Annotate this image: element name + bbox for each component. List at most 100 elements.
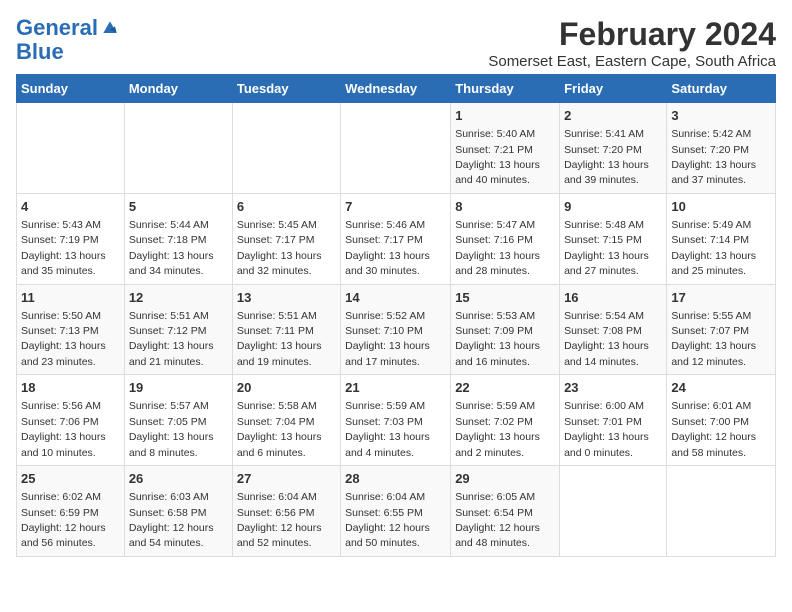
calendar-cell: 25 Sunrise: 6:02 AMSunset: 6:59 PMDaylig… (17, 466, 125, 557)
day-info: Sunrise: 5:50 AMSunset: 7:13 PMDaylight:… (21, 310, 106, 368)
logo: General Blue (16, 16, 120, 64)
day-number: 5 (129, 198, 228, 216)
day-info: Sunrise: 5:43 AMSunset: 7:19 PMDaylight:… (21, 219, 106, 277)
day-info: Sunrise: 5:58 AMSunset: 7:04 PMDaylight:… (237, 400, 322, 458)
calendar-cell: 18 Sunrise: 5:56 AMSunset: 7:06 PMDaylig… (17, 375, 125, 466)
day-info: Sunrise: 6:01 AMSunset: 7:00 PMDaylight:… (671, 400, 756, 458)
day-number: 7 (345, 198, 446, 216)
calendar-cell: 4 Sunrise: 5:43 AMSunset: 7:19 PMDayligh… (17, 193, 125, 284)
day-info: Sunrise: 5:46 AMSunset: 7:17 PMDaylight:… (345, 219, 430, 277)
calendar-header-row: SundayMondayTuesdayWednesdayThursdayFrid… (17, 75, 776, 103)
subtitle: Somerset East, Eastern Cape, South Afric… (488, 53, 776, 70)
day-info: Sunrise: 6:03 AMSunset: 6:58 PMDaylight:… (129, 491, 214, 549)
calendar-cell: 29 Sunrise: 6:05 AMSunset: 6:54 PMDaylig… (451, 466, 560, 557)
calendar-cell: 19 Sunrise: 5:57 AMSunset: 7:05 PMDaylig… (124, 375, 232, 466)
calendar-cell: 12 Sunrise: 5:51 AMSunset: 7:12 PMDaylig… (124, 284, 232, 375)
day-number: 17 (671, 289, 771, 307)
day-info: Sunrise: 6:02 AMSunset: 6:59 PMDaylight:… (21, 491, 106, 549)
page-header: General Blue February 2024 Somerset East… (16, 16, 776, 70)
day-number: 19 (129, 379, 228, 397)
calendar-cell: 14 Sunrise: 5:52 AMSunset: 7:10 PMDaylig… (341, 284, 451, 375)
day-number: 28 (345, 470, 446, 488)
calendar-cell: 22 Sunrise: 5:59 AMSunset: 7:02 PMDaylig… (451, 375, 560, 466)
calendar-cell: 15 Sunrise: 5:53 AMSunset: 7:09 PMDaylig… (451, 284, 560, 375)
day-number: 27 (237, 470, 336, 488)
day-number: 6 (237, 198, 336, 216)
calendar-cell: 9 Sunrise: 5:48 AMSunset: 7:15 PMDayligh… (560, 193, 667, 284)
day-info: Sunrise: 5:44 AMSunset: 7:18 PMDaylight:… (129, 219, 214, 277)
day-info: Sunrise: 5:53 AMSunset: 7:09 PMDaylight:… (455, 310, 540, 368)
calendar-cell: 8 Sunrise: 5:47 AMSunset: 7:16 PMDayligh… (451, 193, 560, 284)
day-number: 16 (564, 289, 662, 307)
day-info: Sunrise: 6:00 AMSunset: 7:01 PMDaylight:… (564, 400, 649, 458)
day-number: 1 (455, 107, 555, 125)
day-number: 12 (129, 289, 228, 307)
day-number: 24 (671, 379, 771, 397)
calendar-cell: 26 Sunrise: 6:03 AMSunset: 6:58 PMDaylig… (124, 466, 232, 557)
day-info: Sunrise: 6:05 AMSunset: 6:54 PMDaylight:… (455, 491, 540, 549)
day-number: 10 (671, 198, 771, 216)
day-number: 13 (237, 289, 336, 307)
logo-text-blue: Blue (16, 40, 120, 64)
calendar-cell: 28 Sunrise: 6:04 AMSunset: 6:55 PMDaylig… (341, 466, 451, 557)
day-info: Sunrise: 5:51 AMSunset: 7:11 PMDaylight:… (237, 310, 322, 368)
calendar-cell: 16 Sunrise: 5:54 AMSunset: 7:08 PMDaylig… (560, 284, 667, 375)
day-number: 11 (21, 289, 120, 307)
header-thursday: Thursday (451, 75, 560, 103)
calendar-cell: 5 Sunrise: 5:44 AMSunset: 7:18 PMDayligh… (124, 193, 232, 284)
day-number: 4 (21, 198, 120, 216)
calendar-cell (17, 103, 125, 194)
day-number: 29 (455, 470, 555, 488)
day-number: 22 (455, 379, 555, 397)
day-info: Sunrise: 5:56 AMSunset: 7:06 PMDaylight:… (21, 400, 106, 458)
header-saturday: Saturday (667, 75, 776, 103)
day-info: Sunrise: 5:42 AMSunset: 7:20 PMDaylight:… (671, 128, 756, 186)
header-tuesday: Tuesday (232, 75, 340, 103)
day-number: 9 (564, 198, 662, 216)
day-number: 26 (129, 470, 228, 488)
day-info: Sunrise: 5:57 AMSunset: 7:05 PMDaylight:… (129, 400, 214, 458)
calendar-cell: 21 Sunrise: 5:59 AMSunset: 7:03 PMDaylig… (341, 375, 451, 466)
day-info: Sunrise: 5:48 AMSunset: 7:15 PMDaylight:… (564, 219, 649, 277)
day-info: Sunrise: 5:47 AMSunset: 7:16 PMDaylight:… (455, 219, 540, 277)
day-info: Sunrise: 5:51 AMSunset: 7:12 PMDaylight:… (129, 310, 214, 368)
day-number: 2 (564, 107, 662, 125)
day-number: 8 (455, 198, 555, 216)
day-number: 20 (237, 379, 336, 397)
header-friday: Friday (560, 75, 667, 103)
header-monday: Monday (124, 75, 232, 103)
calendar-cell (341, 103, 451, 194)
calendar-cell: 3 Sunrise: 5:42 AMSunset: 7:20 PMDayligh… (667, 103, 776, 194)
day-info: Sunrise: 5:40 AMSunset: 7:21 PMDaylight:… (455, 128, 540, 186)
calendar-cell (667, 466, 776, 557)
day-info: Sunrise: 5:59 AMSunset: 7:02 PMDaylight:… (455, 400, 540, 458)
day-number: 21 (345, 379, 446, 397)
calendar-cell: 6 Sunrise: 5:45 AMSunset: 7:17 PMDayligh… (232, 193, 340, 284)
logo-icon (100, 18, 120, 38)
day-number: 18 (21, 379, 120, 397)
calendar-cell: 7 Sunrise: 5:46 AMSunset: 7:17 PMDayligh… (341, 193, 451, 284)
day-info: Sunrise: 5:55 AMSunset: 7:07 PMDaylight:… (671, 310, 756, 368)
day-info: Sunrise: 6:04 AMSunset: 6:55 PMDaylight:… (345, 491, 430, 549)
calendar-cell (124, 103, 232, 194)
main-title: February 2024 (488, 16, 776, 53)
day-number: 15 (455, 289, 555, 307)
header-wednesday: Wednesday (341, 75, 451, 103)
week-row-4: 18 Sunrise: 5:56 AMSunset: 7:06 PMDaylig… (17, 375, 776, 466)
logo-text: General (16, 16, 98, 40)
calendar-cell: 20 Sunrise: 5:58 AMSunset: 7:04 PMDaylig… (232, 375, 340, 466)
day-info: Sunrise: 5:49 AMSunset: 7:14 PMDaylight:… (671, 219, 756, 277)
calendar-cell: 10 Sunrise: 5:49 AMSunset: 7:14 PMDaylig… (667, 193, 776, 284)
calendar-cell (560, 466, 667, 557)
day-number: 25 (21, 470, 120, 488)
calendar-cell: 11 Sunrise: 5:50 AMSunset: 7:13 PMDaylig… (17, 284, 125, 375)
calendar-cell: 27 Sunrise: 6:04 AMSunset: 6:56 PMDaylig… (232, 466, 340, 557)
day-info: Sunrise: 5:45 AMSunset: 7:17 PMDaylight:… (237, 219, 322, 277)
calendar-cell: 23 Sunrise: 6:00 AMSunset: 7:01 PMDaylig… (560, 375, 667, 466)
day-info: Sunrise: 5:52 AMSunset: 7:10 PMDaylight:… (345, 310, 430, 368)
calendar-cell: 2 Sunrise: 5:41 AMSunset: 7:20 PMDayligh… (560, 103, 667, 194)
header-sunday: Sunday (17, 75, 125, 103)
calendar-cell: 13 Sunrise: 5:51 AMSunset: 7:11 PMDaylig… (232, 284, 340, 375)
day-number: 3 (671, 107, 771, 125)
week-row-2: 4 Sunrise: 5:43 AMSunset: 7:19 PMDayligh… (17, 193, 776, 284)
